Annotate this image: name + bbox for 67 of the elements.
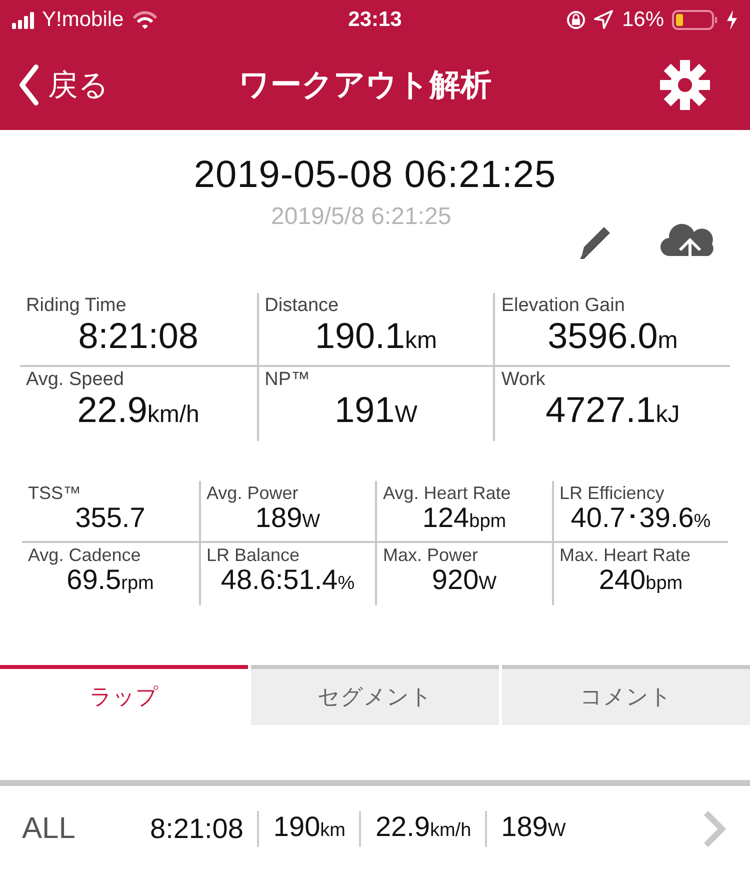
metric-value: 8:21:08 [78, 315, 198, 357]
metric-label: Distance [264, 295, 339, 317]
lap-row[interactable]: ALL 8:21:08 190km 22.9km/h 189W [0, 786, 750, 872]
lap-value: 8:21:08 [150, 813, 244, 845]
chevron-left-icon [18, 64, 40, 106]
location-icon [594, 10, 614, 30]
metric-value: 355.7 [75, 502, 146, 534]
metric-value: 69.5 [66, 564, 122, 596]
metric-label: Max. Heart Rate [560, 545, 691, 566]
workout-date: 2019-05-08 06:21:25 [192, 153, 558, 197]
settings-icon[interactable] [658, 58, 712, 112]
carrier-name: Y!mobile [42, 8, 124, 32]
rotation-lock-icon [566, 10, 586, 30]
metric-value: 190.1 [314, 315, 406, 357]
battery-percent: 16% [622, 8, 664, 32]
clock-time: 23:13 [348, 8, 402, 31]
metric-label: TSS™ [28, 483, 82, 504]
metric-label: Max. Power [383, 545, 478, 566]
metric-value: 4727.1 [546, 389, 656, 431]
back-button[interactable]: 戻る [18, 64, 109, 106]
metric-unit: bpm [469, 511, 506, 533]
metric-value: 240 [598, 564, 646, 596]
metric-label: Avg. Heart Rate [383, 483, 511, 504]
lap-label: ALL [22, 812, 76, 846]
lap-value: 190 [273, 811, 320, 843]
workout-subtitle: 2019/5/8 6:21:25 [271, 203, 452, 231]
metric-value: 189 [255, 502, 302, 534]
metric-label: Riding Time [26, 295, 126, 317]
metric-unit: W [302, 511, 320, 533]
metric-unit: bpm [646, 573, 683, 595]
metric-unit: km [405, 327, 438, 355]
metric-value: 40.7･39.6 [570, 502, 694, 534]
metric-label: NP™ [264, 369, 310, 391]
metric-unit: % [338, 573, 355, 595]
battery-icon [672, 10, 718, 30]
tab[interactable]: コメント [502, 665, 750, 725]
metric-label: Avg. Cadence [28, 545, 141, 566]
metric-value: 48.6:51.4 [220, 564, 338, 596]
metric-unit: m [658, 327, 678, 355]
metric-unit: W [394, 401, 418, 429]
wifi-icon [132, 10, 158, 30]
tab[interactable]: セグメント [251, 665, 499, 725]
lap-unit: km [320, 819, 346, 843]
lap-unit: W [548, 819, 566, 843]
metric-unit: rpm [121, 573, 154, 595]
lap-value: 189 [501, 811, 548, 843]
metric-unit: W [478, 573, 497, 595]
metric-label: Elevation Gain [501, 295, 625, 317]
metric-unit: km/h [147, 401, 200, 429]
lap-value: 22.9 [375, 811, 430, 843]
metric-unit: kJ [656, 401, 680, 429]
metric-label: Avg. Power [206, 483, 298, 504]
metric-value: 3596.0 [548, 315, 658, 357]
metric-value: 22.9 [77, 389, 148, 431]
metric-label: LR Efficiency [560, 483, 664, 504]
metric-label: Avg. Speed [26, 369, 124, 391]
chevron-right-icon [702, 810, 726, 848]
metric-unit: % [694, 511, 711, 533]
metric-label: Work [501, 369, 546, 391]
metric-value: 124 [422, 502, 470, 534]
charging-icon [726, 10, 738, 30]
signal-icon [12, 12, 34, 28]
metric-label: LR Balance [206, 545, 300, 566]
metric-value: 191 [334, 389, 395, 431]
screen-title: ワークアウト解析 [238, 66, 492, 104]
metric-value: 920 [432, 564, 479, 596]
lap-unit: km/h [430, 819, 472, 843]
